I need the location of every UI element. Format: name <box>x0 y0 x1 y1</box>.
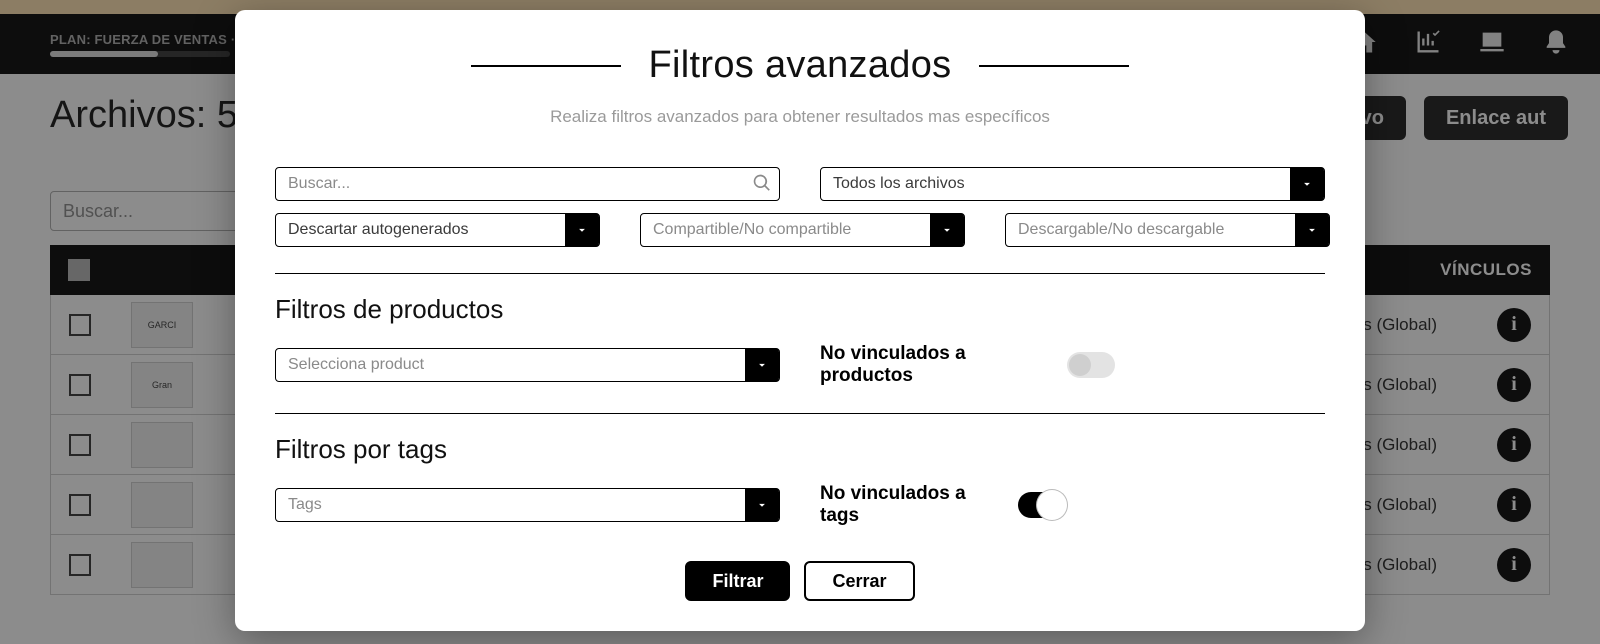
decor-line <box>471 65 621 67</box>
divider <box>275 413 1325 414</box>
chevron-down-icon <box>745 488 779 522</box>
product-select-value: Selecciona product <box>288 356 424 374</box>
product-select[interactable]: Selecciona product <box>275 348 780 382</box>
shareable-select[interactable]: Compartible/No compartible <box>640 213 965 247</box>
chevron-down-icon <box>565 213 599 247</box>
modal-subtitle: Realiza filtros avanzados para obtener r… <box>275 107 1325 127</box>
no-tags-toggle[interactable] <box>1018 492 1067 518</box>
shareable-value: Compartible/No compartible <box>653 221 851 239</box>
products-filter-title: Filtros de productos <box>275 294 1325 325</box>
close-button[interactable]: Cerrar <box>804 561 914 601</box>
divider <box>275 273 1325 274</box>
modal-title: Filtros avanzados <box>649 44 952 87</box>
filter-button[interactable]: Filtrar <box>685 561 790 601</box>
chevron-down-icon <box>930 213 964 247</box>
file-filter-value: Todos los archivos <box>833 175 965 193</box>
modal-overlay: Filtros avanzados Realiza filtros avanza… <box>0 0 1600 644</box>
autogen-value: Descartar autogenerados <box>288 221 469 239</box>
chevron-down-icon <box>745 348 779 382</box>
autogen-select[interactable]: Descartar autogenerados <box>275 213 600 247</box>
no-products-label: No vinculados a productos <box>820 343 1047 387</box>
downloadable-value: Descargable/No descargable <box>1018 221 1224 239</box>
tags-select-value: Tags <box>288 496 322 514</box>
downloadable-select[interactable]: Descargable/No descargable <box>1005 213 1330 247</box>
tags-select[interactable]: Tags <box>275 488 780 522</box>
search-icon <box>752 173 772 193</box>
no-products-toggle[interactable] <box>1067 352 1115 378</box>
tags-filter-title: Filtros por tags <box>275 434 1325 465</box>
modal-search-input[interactable] <box>275 167 780 201</box>
advanced-filters-modal: Filtros avanzados Realiza filtros avanza… <box>235 10 1365 631</box>
no-tags-label: No vinculados a tags <box>820 483 998 527</box>
file-filter-select[interactable]: Todos los archivos <box>820 167 1325 201</box>
decor-line <box>979 65 1129 67</box>
chevron-down-icon <box>1295 213 1329 247</box>
chevron-down-icon <box>1290 167 1324 201</box>
